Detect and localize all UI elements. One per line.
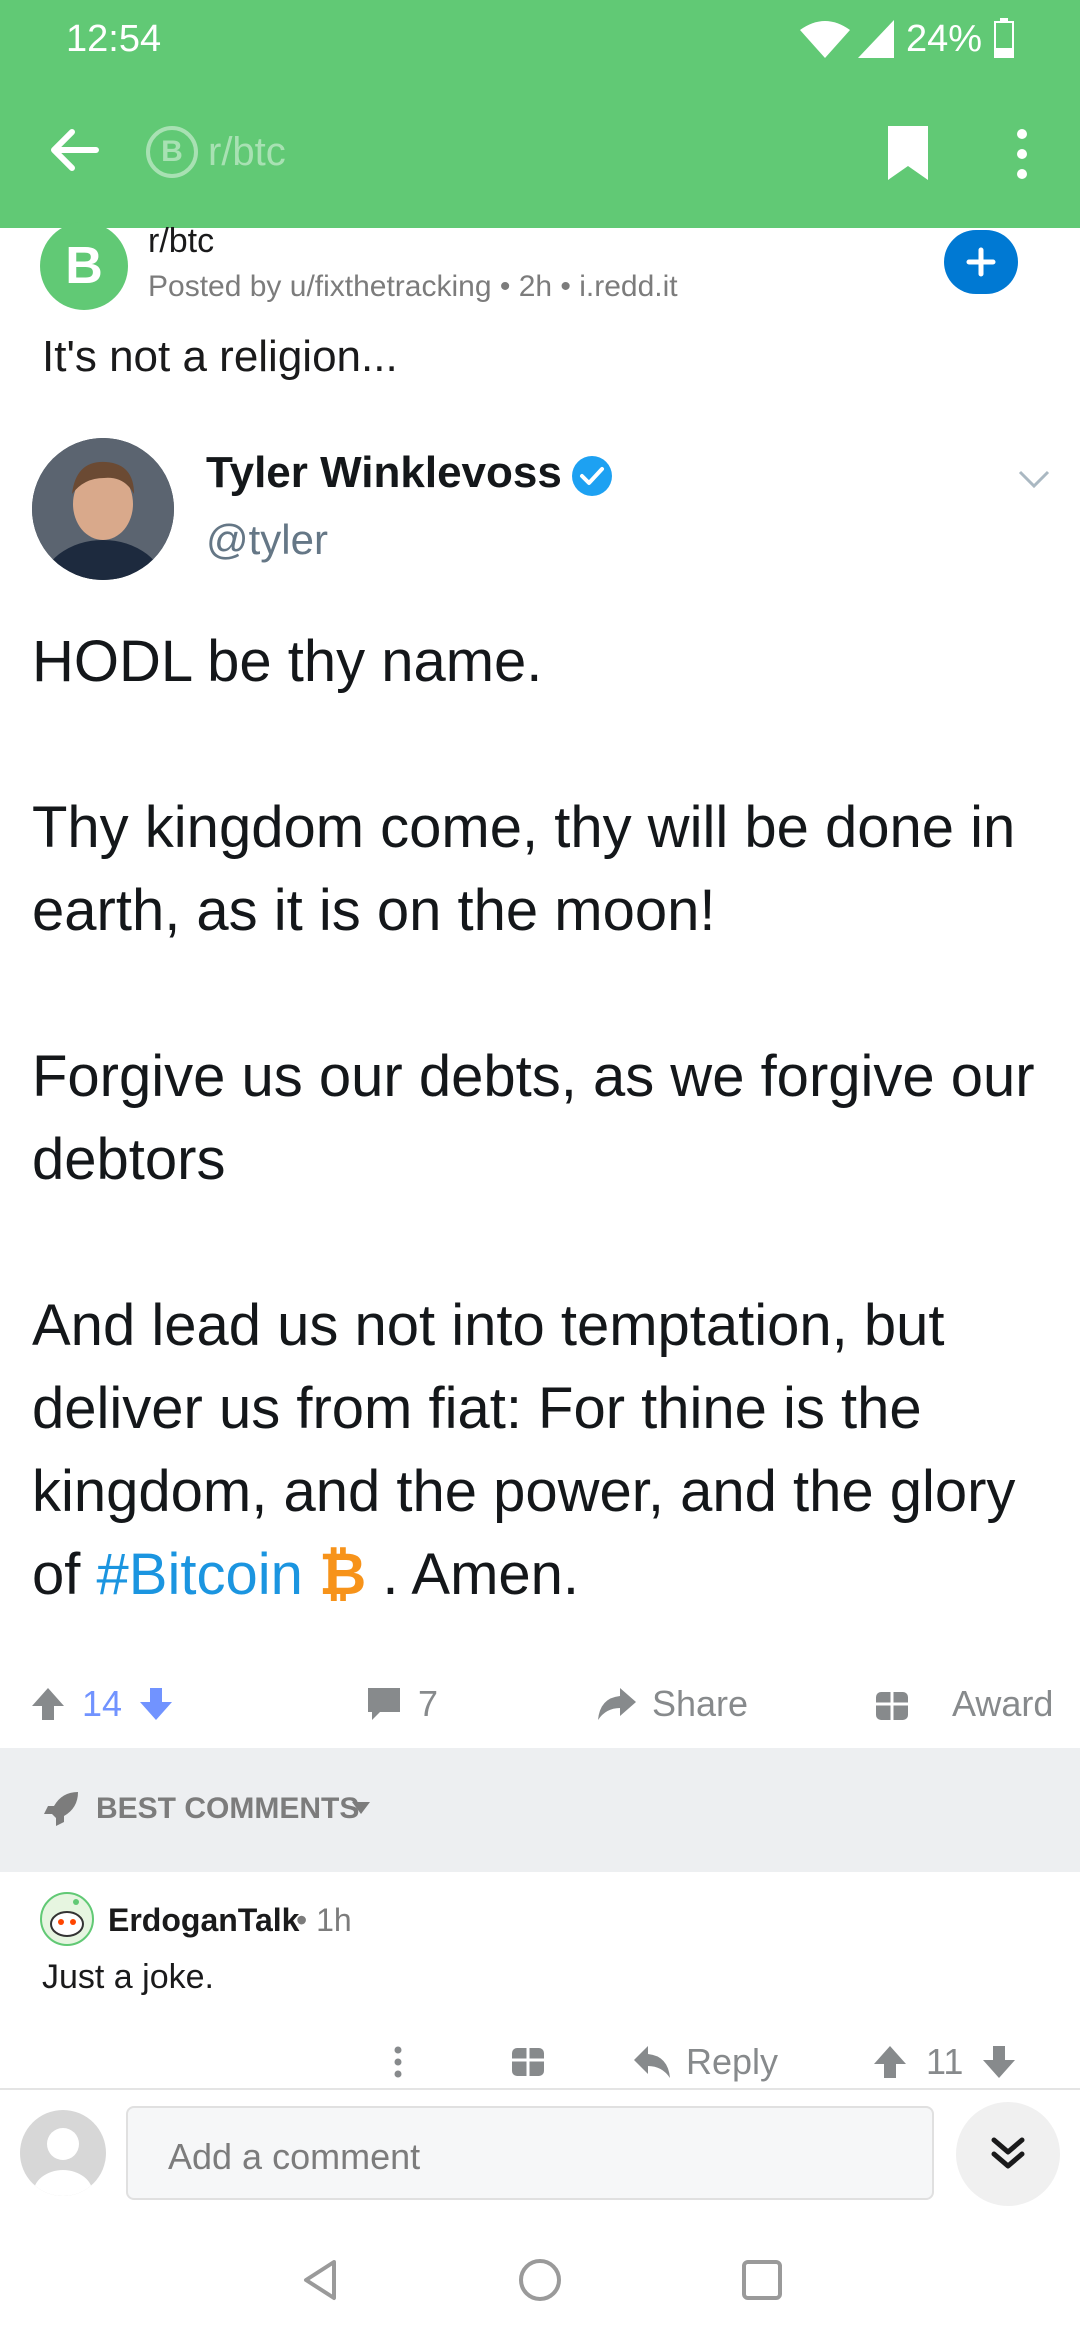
rocket-icon [44,1792,78,1826]
share-button[interactable]: Share [596,1676,748,1732]
reply-button[interactable]: Reply [632,2034,778,2090]
comments-button[interactable]: 7 [364,1676,438,1732]
hashtag-link: #Bitcoin [96,1542,303,1607]
comment-composer: Add a comment [0,2088,1080,2220]
system-nav-bar [0,2220,1080,2340]
add-comment-input[interactable]: Add a comment [126,2106,934,2200]
post-meta: Posted by u/fixthetracking • 2h • i.redd… [148,270,678,303]
award-label: Award [952,1683,1054,1724]
comment-vote-control: 11 [870,2034,1019,2090]
comment-action-bar: Reply 11 [0,2034,1080,2090]
verified-badge-icon [572,456,612,496]
battery-icon [994,18,1014,58]
tweet-line: And lead us not into temptation, but del… [32,1284,1072,1616]
subreddit-avatar[interactable]: B [40,222,128,310]
bitcoin-icon: B [146,126,198,178]
comment-count: 7 [418,1683,439,1724]
nav-home-icon[interactable] [516,2256,564,2304]
comment-vote-count: 11 [926,2041,964,2082]
tweet-author-handle: @tyler [206,516,328,563]
award-button[interactable]: Award [872,1676,1053,1732]
plus-icon [966,247,996,277]
commenter-avatar[interactable] [40,1892,94,1946]
post-image-tweet[interactable]: Tyler Winklevoss @tyler HODL be thy name… [0,410,1080,1660]
bitcoin-emoji-icon: ₿ [318,1542,367,1607]
downvote-icon[interactable] [979,2042,1019,2082]
cell-signal-icon [858,20,894,58]
caret-down-icon [352,1802,370,1814]
double-chevron-down-icon [991,2137,1025,2169]
tweet-line: Thy kingdom come, thy will be done in ea… [32,795,1016,943]
comment-sort-bar[interactable]: BEST COMMENTS [0,1748,1080,1872]
join-button[interactable] [944,230,1018,294]
share-icon [598,1688,636,1720]
gift-icon [876,1692,908,1720]
bitcoin-icon: B [65,237,103,295]
scroll-down-button[interactable] [956,2102,1060,2206]
tweet-text: HODL be thy name. Thy kingdom come, thy … [32,620,1072,1616]
sort-label: BEST COMMENTS [96,1792,360,1825]
tweet-author-name: Tyler Winklevoss [206,448,562,497]
tweet-author-avatar [32,438,174,580]
chevron-down-icon [1018,470,1050,489]
comment-time: • 1h [296,1902,352,1938]
status-bar: 12:54 24% [0,0,1080,84]
comment-username[interactable]: ErdoganTalk [108,1902,299,1939]
post-vote-count: 14 [82,1683,123,1724]
post-title: It's not a religion... [42,332,398,381]
comment-body: Just a joke. [42,1958,214,1996]
more-options-icon[interactable] [388,2034,408,2090]
toolbar-subreddit-name: r/btc [208,129,286,174]
post-action-bar: 14 7 Share Award [0,1660,1080,1748]
reply-icon [634,2046,670,2078]
share-label: Share [652,1683,749,1724]
bookmark-icon[interactable] [884,124,932,182]
top-app-bar: 12:54 24% B r/btc [0,0,1080,228]
nav-back-icon[interactable] [296,2256,344,2304]
nav-recents-icon[interactable] [738,2256,786,2304]
app-toolbar: B r/btc [0,100,1080,204]
reply-label: Reply [686,2041,779,2082]
tweet-line: HODL be thy name. [32,629,543,694]
comment-item: ErdoganTalk • 1h Just a joke. Reply 11 [0,1872,1080,2088]
back-arrow-icon[interactable] [44,120,104,180]
more-options-icon[interactable] [1004,124,1040,184]
tweet-text-fragment: . Amen. [366,1542,580,1607]
upvote-icon[interactable] [28,1684,68,1724]
downvote-icon[interactable] [136,1684,176,1724]
vote-control: 14 [28,1676,176,1732]
tweet-line: Forgive us our debts, as we forgive our … [32,1044,1035,1192]
comment-icon [368,1688,400,1720]
status-time: 12:54 [66,18,162,60]
user-avatar[interactable] [20,2110,106,2196]
post-subreddit[interactable]: r/btc [148,222,214,261]
battery-percent: 24% [906,18,983,60]
toolbar-subreddit[interactable]: B r/btc [146,124,286,180]
upvote-icon[interactable] [870,2042,910,2082]
gift-icon[interactable] [508,2034,548,2090]
wifi-icon [800,21,850,58]
